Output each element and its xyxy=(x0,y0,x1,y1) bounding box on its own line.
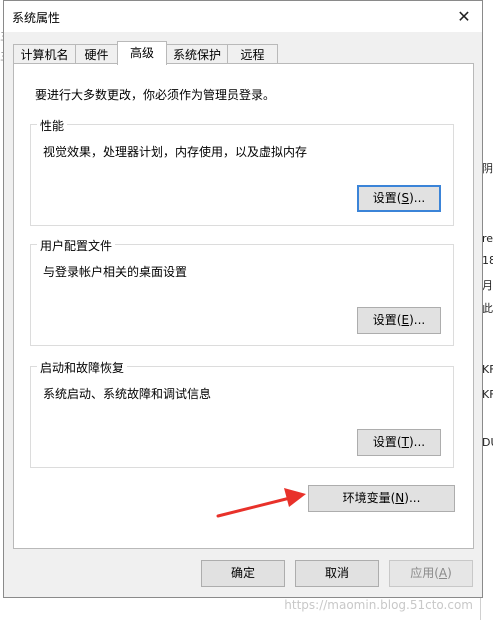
tab-label: 计算机名 xyxy=(20,48,69,62)
background-text: 此 xyxy=(482,302,493,315)
performance-description: 视觉效果，处理器计划，内存使用，以及虚拟内存 xyxy=(43,145,308,159)
tab-label: 硬件 xyxy=(84,48,109,62)
user-profiles-group: 用户配置文件 与登录帐户相关的桌面设置 设置(E)... xyxy=(30,237,454,346)
background-text: DU xyxy=(482,436,493,449)
background-text: KF xyxy=(482,388,493,401)
background-text: 月 xyxy=(482,279,493,292)
ok-button[interactable]: 确定 xyxy=(201,560,285,587)
tab-label: 高级 xyxy=(129,46,154,60)
cancel-button[interactable]: 取消 xyxy=(295,560,379,587)
background-text: re xyxy=(482,232,493,245)
tab-remote[interactable]: 远程 xyxy=(227,44,278,64)
access-key: E xyxy=(401,313,410,327)
tab-computer-name[interactable]: 计算机名 xyxy=(13,44,76,64)
access-key: N xyxy=(395,491,405,505)
close-button[interactable]: ✕ xyxy=(446,1,482,32)
tab-advanced[interactable]: 高级 xyxy=(117,41,167,65)
button-text: 设置( xyxy=(372,435,402,449)
button-text: 取消 xyxy=(324,566,349,580)
startup-recovery-label: 启动和故障恢复 xyxy=(37,359,128,376)
performance-group: 性能 视觉效果，处理器计划，内存使用，以及虚拟内存 设置(S)... xyxy=(30,117,454,226)
tab-label: 系统保护 xyxy=(172,48,221,62)
dialog-title: 系统属性 xyxy=(12,11,61,25)
background-text: KF xyxy=(482,363,493,376)
admin-note: 要进行大多数更改，你必须作为管理员登录。 xyxy=(35,88,276,102)
startup-recovery-settings-button[interactable]: 设置(T)... xyxy=(357,429,441,456)
access-key: T xyxy=(401,435,409,449)
advanced-tab-panel: 要进行大多数更改，你必须作为管理员登录。 性能 视觉效果，处理器计划，内存使用，… xyxy=(13,63,474,549)
access-key: A xyxy=(438,566,448,580)
button-text: 设置( xyxy=(372,313,402,327)
performance-settings-button[interactable]: 设置(S)... xyxy=(357,185,441,212)
button-text: 应用( xyxy=(410,566,439,580)
startup-recovery-group: 启动和故障恢复 系统启动、系统故障和调试信息 设置(T)... xyxy=(30,359,454,468)
button-text: ) xyxy=(447,566,452,580)
button-text: 确定 xyxy=(230,566,255,580)
tab-hardware[interactable]: 硬件 xyxy=(75,44,118,64)
environment-variables-button[interactable]: 环境变量(N)... xyxy=(308,485,455,512)
button-text: )... xyxy=(408,435,426,449)
startup-recovery-description: 系统启动、系统故障和调试信息 xyxy=(43,387,212,401)
background-text: 阴 xyxy=(482,162,493,175)
user-profiles-description: 与登录帐户相关的桌面设置 xyxy=(43,265,188,279)
close-icon: ✕ xyxy=(457,7,471,26)
user-profiles-settings-button[interactable]: 设置(E)... xyxy=(357,307,441,334)
button-text: )... xyxy=(404,491,421,505)
system-properties-dialog: 系统属性 ✕ 计算机名 硬件 高级 系统保护 远程 要进行大多数更改，你必须作为… xyxy=(3,0,483,598)
button-text: 环境变量( xyxy=(342,491,396,505)
user-profiles-label: 用户配置文件 xyxy=(37,237,116,254)
button-text: )... xyxy=(409,191,426,205)
tab-system-protection[interactable]: 系统保护 xyxy=(166,44,228,64)
access-key: S xyxy=(401,191,410,205)
button-text: 设置( xyxy=(372,191,402,205)
background-text: 18 xyxy=(482,254,493,267)
performance-label: 性能 xyxy=(37,117,68,134)
apply-button[interactable]: 应用(A) xyxy=(389,560,473,587)
tab-label: 远程 xyxy=(240,48,265,62)
title-bar[interactable]: 系统属性 ✕ xyxy=(4,1,482,32)
button-text: )... xyxy=(409,313,426,327)
screen: 阴 re 18 月 此 KF KF DU 三 三 系统属性 ✕ 计算机名 硬件 … xyxy=(0,0,493,620)
watermark: https://maomin.blog.51cto.com xyxy=(284,598,473,612)
